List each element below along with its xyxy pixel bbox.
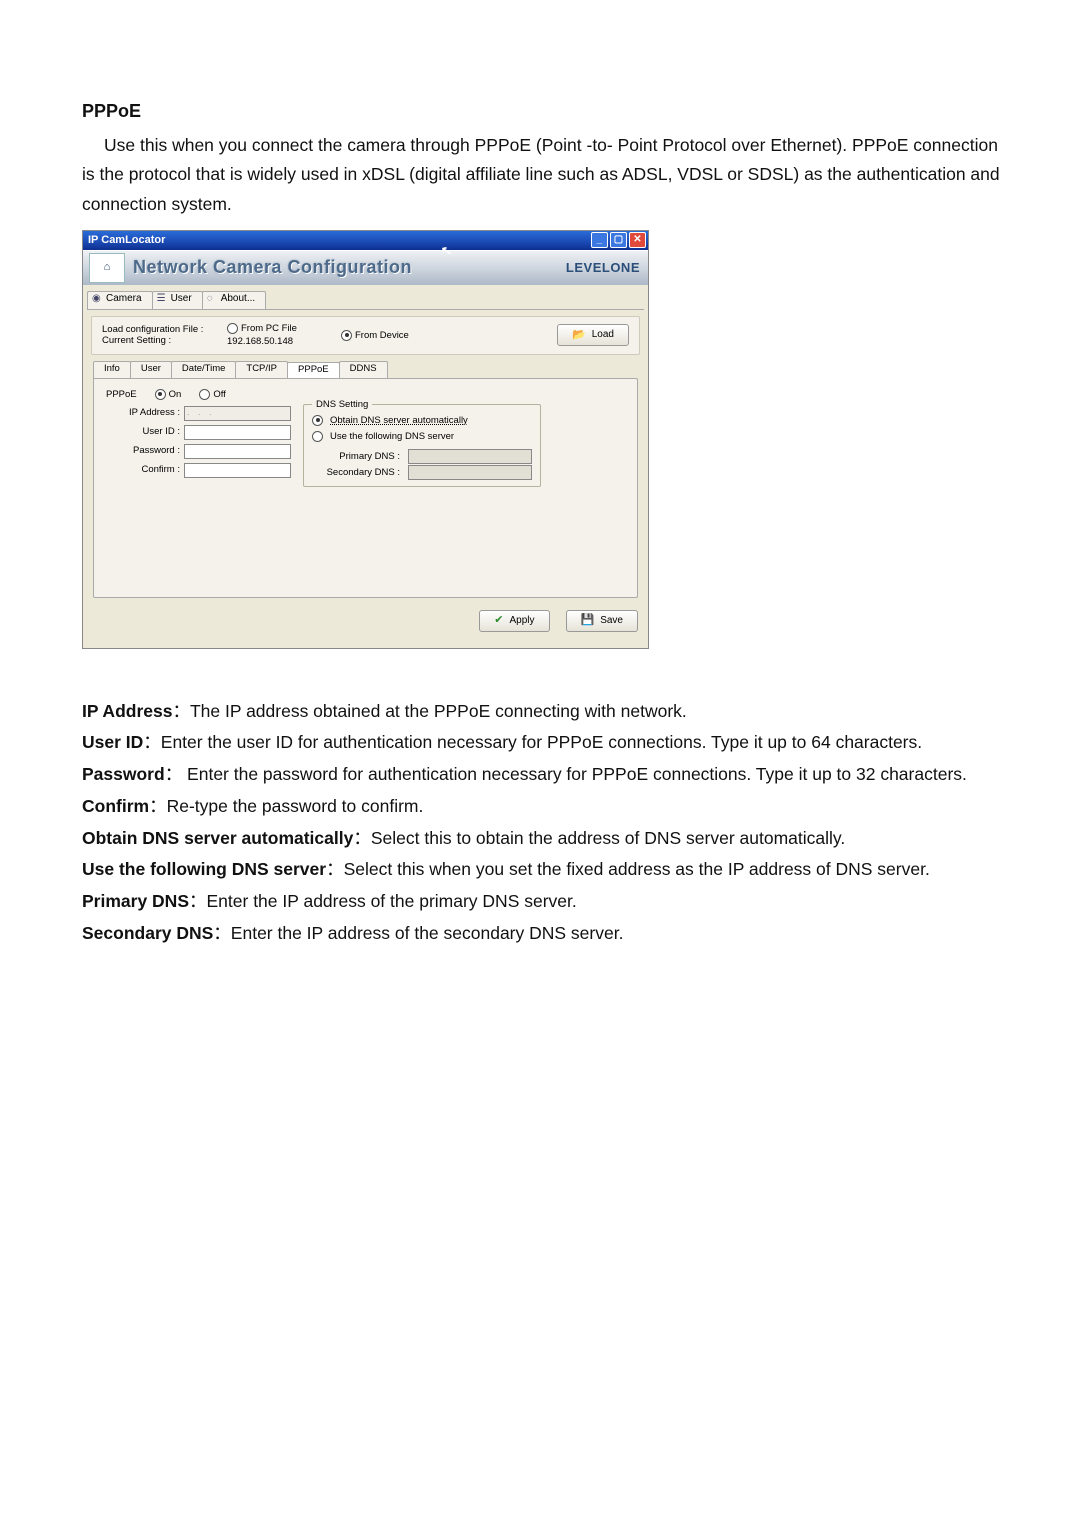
confirm-field[interactable] [184,463,291,478]
def-secondary-dns-term: Secondary DNS [82,923,213,943]
def-obtain-dns-term: Obtain DNS server automatically [82,828,353,848]
def-user-id-desc: ：Enter the user ID for authentication ne… [143,732,922,752]
pppoe-panel: PPPoE On Off IP Address :. . . User ID :… [93,378,638,598]
subtab-pppoe[interactable]: PPPoE [287,362,340,379]
minimize-button[interactable]: _ [591,232,608,248]
ip-address-field[interactable]: . . . [184,406,291,421]
apply-button-label: Apply [509,615,534,627]
subtab-tcpip[interactable]: TCP/IP [235,361,288,378]
ip-address-label: IP Address : [106,407,184,418]
password-field[interactable] [184,444,291,459]
dns-setting-group: DNS Setting Obtain DNS server automatica… [303,404,541,487]
def-primary-dns-term: Primary DNS [82,891,189,911]
sub-tabs: Info User Date/Time TCP/IP PPPoE DDNS [93,361,638,378]
load-button-label: Load [592,329,614,341]
user-icon: ☰ [157,293,166,305]
def-user-id-term: User ID [82,732,143,752]
radio-dns-manual[interactable] [312,431,323,442]
radio-from-pc-file[interactable] [227,323,238,334]
secondary-dns-label: Secondary DNS : [312,467,404,478]
save-button-label: Save [600,615,623,627]
config-row: Load configuration File : Current Settin… [91,316,640,355]
subtab-ddns[interactable]: DDNS [339,361,388,378]
tab-about-label: About... [221,293,255,304]
def-ip-address-desc: ：The IP address obtained at the PPPoE co… [172,701,686,721]
def-primary-dns-desc: ：Enter the IP address of the primary DNS… [189,891,577,911]
radio-off-label: Off [213,389,226,400]
cursor-icon: ↖ [440,242,453,259]
banner-title: Network Camera Configuration [133,257,550,279]
user-id-field[interactable] [184,425,291,440]
brand-label: LEVELONE [550,260,648,276]
def-password-term: Password [82,764,165,784]
primary-dns-label: Primary DNS : [312,451,404,462]
def-password-desc: ： Enter the password for authentication … [165,764,967,784]
secondary-dns-field[interactable] [408,465,532,480]
title-bar: IP CamLocator ↖ _ ▢ ✕ [83,231,648,250]
load-config-label: Load configuration File : [102,324,227,335]
save-icon: 💾 [581,614,595,627]
save-button[interactable]: 💾 Save [566,610,639,632]
close-button[interactable]: ✕ [629,232,646,248]
def-secondary-dns-desc: ：Enter the IP address of the secondary D… [213,923,623,943]
def-use-dns-term: Use the following DNS server [82,859,326,879]
window-title: IP CamLocator [88,234,165,247]
subtab-info[interactable]: Info [93,361,131,378]
radio-pppoe-on[interactable] [155,389,166,400]
footer-buttons: ✔ Apply 💾 Save [93,604,638,638]
top-tabs: ◉ Camera ☰ User ◌ About... [83,285,648,309]
radio-on-label: On [169,389,182,400]
subtab-datetime[interactable]: Date/Time [171,361,236,378]
tab-about[interactable]: ◌ About... [202,291,266,309]
dns-auto-label: Obtain DNS server automatically [330,415,468,426]
dns-legend: DNS Setting [312,399,372,410]
maximize-button[interactable]: ▢ [610,232,627,248]
banner: ⌂ Network Camera Configuration LEVELONE [83,250,648,285]
check-icon: ✔ [494,614,503,627]
info-icon: ◌ [207,293,213,305]
folder-icon: 📂 [572,329,586,342]
current-setting-label: Current Setting : [102,335,227,346]
definitions: IP Address：The IP address obtained at th… [82,697,1008,949]
section-heading: PPPoE [82,96,1008,127]
apply-button[interactable]: ✔ Apply [479,610,549,632]
pppoe-label: PPPoE [106,389,137,400]
confirm-label: Confirm : [106,464,184,475]
app-window: IP CamLocator ↖ _ ▢ ✕ ⌂ Network Camera C… [82,230,649,649]
camera-icon: ◉ [92,293,101,305]
def-confirm-desc: ：Re-type the password to confirm. [149,796,423,816]
logo-icon: ⌂ [89,253,125,283]
radio-from-pc-file-label: From PC File [241,323,297,334]
tab-camera-label: Camera [106,293,142,304]
def-use-dns-desc: ：Select this when you set the fixed addr… [326,859,930,879]
password-label: Password : [106,445,184,456]
dns-manual-label: Use the following DNS server [330,431,454,442]
subtab-user[interactable]: User [130,361,172,378]
current-ip-value: 192.168.50.148 [227,336,337,347]
def-ip-address-term: IP Address [82,701,172,721]
user-id-label: User ID : [106,426,184,437]
tab-camera[interactable]: ◉ Camera [87,291,153,309]
def-obtain-dns-desc: ：Select this to obtain the address of DN… [353,828,845,848]
tab-user-label: User [171,293,192,304]
load-button[interactable]: 📂 Load [557,324,629,346]
tab-user[interactable]: ☰ User [152,291,203,309]
intro-paragraph: Use this when you connect the camera thr… [82,131,1008,220]
radio-pppoe-off[interactable] [199,389,210,400]
radio-from-device-label: From Device [355,330,409,341]
primary-dns-field[interactable] [408,449,532,464]
radio-from-device[interactable] [341,330,352,341]
def-confirm-term: Confirm [82,796,149,816]
radio-dns-auto[interactable] [312,415,323,426]
